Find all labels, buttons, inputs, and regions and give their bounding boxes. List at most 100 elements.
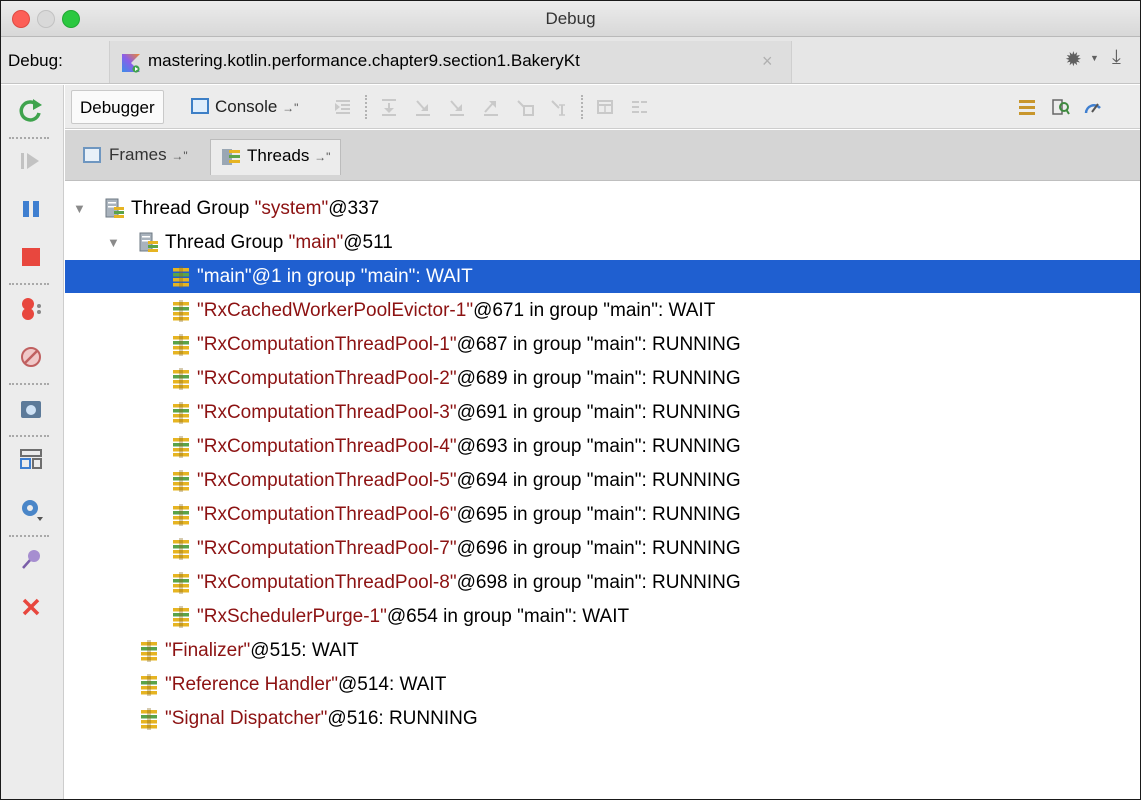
evaluate-expression-icon[interactable]	[595, 97, 615, 117]
tab-threads[interactable]: Threads →"	[210, 139, 342, 175]
menu-lines-icon[interactable]	[1017, 97, 1037, 117]
thread-label: "RxComputationThreadPool-6"@695 in group…	[197, 498, 741, 531]
thread-label: "RxComputationThreadPool-8"@698 in group…	[197, 566, 741, 599]
thread-group-icon	[105, 198, 125, 220]
thread-status: @515: WAIT	[250, 640, 359, 661]
thread-label: "Reference Handler"@514: WAIT	[165, 668, 446, 701]
kotlin-run-icon	[121, 53, 141, 73]
pin-arrow-icon[interactable]: →"	[171, 149, 187, 163]
thread-status: @687 in group "main": RUNNING	[456, 334, 741, 355]
thread-icon	[171, 504, 191, 526]
debugger-toolbar: Debugger Console →"	[65, 85, 1140, 129]
thread-label: "RxComputationThreadPool-1"@687 in group…	[197, 328, 741, 361]
frames-icon	[83, 147, 101, 163]
thread-status: @693 in group "main": RUNNING	[456, 436, 741, 457]
left-toolbar	[1, 85, 64, 799]
toolbar-separator	[9, 283, 49, 285]
thread-icon	[171, 538, 191, 560]
thread-row[interactable]: "RxCachedWorkerPoolEvictor-1"@671 in gro…	[65, 294, 1140, 327]
step-into-icon[interactable]	[413, 97, 433, 117]
thread-row[interactable]: "Signal Dispatcher"@516: RUNNING	[65, 702, 1140, 735]
thread-name: "RxComputationThreadPool-1"	[197, 334, 457, 355]
thread-row[interactable]: "main"@1 in group "main": WAIT	[65, 260, 1140, 293]
threads-tree[interactable]: ▼ Thread Group "system"@337 ▼ Thread Group …	[65, 182, 1140, 799]
drop-frame-icon[interactable]	[515, 97, 535, 117]
thread-label: "Finalizer"@515: WAIT	[165, 634, 359, 667]
thread-row[interactable]: "RxComputationThreadPool-8"@698 in group…	[65, 566, 1140, 599]
hide-panel-icon[interactable]: ⤓	[1112, 46, 1121, 69]
thread-icon	[171, 334, 191, 356]
thread-status: @689 in group "main": RUNNING	[456, 368, 741, 389]
expand-arrow-icon[interactable]: ▼	[107, 226, 120, 259]
thread-group-row[interactable]: ▼ Thread Group "system"@337	[65, 192, 1140, 225]
step-out-icon[interactable]	[481, 97, 501, 117]
thread-name: "RxComputationThreadPool-6"	[197, 504, 457, 525]
tab-threads-label: Threads	[247, 146, 310, 165]
thread-status: @516: RUNNING	[327, 708, 478, 729]
pin-arrow-icon[interactable]: →"	[282, 101, 298, 115]
toolbar-separator	[365, 95, 367, 119]
stop-icon[interactable]	[17, 243, 45, 271]
thread-name: "main"	[288, 232, 344, 253]
thread-label: "RxComputationThreadPool-7"@696 in group…	[197, 532, 741, 565]
show-execution-point-icon[interactable]	[333, 97, 353, 117]
pin-tab-icon[interactable]	[17, 545, 45, 573]
thread-row[interactable]: "RxComputationThreadPool-2"@689 in group…	[65, 362, 1140, 395]
thread-icon	[171, 470, 191, 492]
tab-debugger[interactable]: Debugger	[71, 90, 164, 124]
run-config-tab[interactable]: mastering.kotlin.performance.chapter9.se…	[109, 41, 792, 83]
overhead-gauge-icon[interactable]	[1083, 97, 1103, 117]
thread-icon	[171, 436, 191, 458]
thread-status: @698 in group "main": RUNNING	[456, 572, 741, 593]
thread-row[interactable]: "Finalizer"@515: WAIT	[65, 634, 1140, 667]
toolbar-separator	[581, 95, 583, 119]
rerun-icon[interactable]	[17, 97, 45, 125]
gear-icon[interactable]: ✹	[1065, 47, 1082, 72]
settings-icon[interactable]	[17, 495, 45, 523]
thread-row[interactable]: "RxComputationThreadPool-3"@691 in group…	[65, 396, 1140, 429]
thread-row[interactable]: "RxComputationThreadPool-5"@694 in group…	[65, 464, 1140, 497]
thread-group-row[interactable]: ▼ Thread Group "main"@511	[65, 226, 1140, 259]
thread-label: "main"@1 in group "main": WAIT	[197, 260, 473, 293]
chevron-down-icon[interactable]: ▼	[1090, 53, 1099, 63]
resume-icon[interactable]	[17, 147, 45, 175]
tab-frames[interactable]: Frames →"	[73, 139, 198, 173]
thread-label: "Signal Dispatcher"@516: RUNNING	[165, 702, 478, 735]
thread-icon	[139, 674, 159, 696]
expand-arrow-icon[interactable]: ▼	[73, 192, 86, 225]
thread-icon	[139, 708, 159, 730]
view-breakpoints-icon[interactable]	[17, 295, 45, 323]
close-tab-icon[interactable]: ×	[762, 51, 773, 72]
step-over-icon[interactable]	[379, 97, 399, 117]
run-to-cursor-icon[interactable]	[549, 97, 569, 117]
thread-icon	[171, 300, 191, 322]
force-step-into-icon[interactable]	[447, 97, 467, 117]
thread-name: "RxComputationThreadPool-7"	[197, 538, 457, 559]
thread-name: "RxComputationThreadPool-5"	[197, 470, 457, 491]
thread-row[interactable]: "RxComputationThreadPool-4"@693 in group…	[65, 430, 1140, 463]
debug-window: Debug Debug: mastering.kotlin.performanc…	[0, 0, 1141, 800]
thread-row[interactable]: "RxComputationThreadPool-7"@696 in group…	[65, 532, 1140, 565]
get-thread-dump-icon[interactable]	[17, 395, 45, 423]
thread-icon	[171, 266, 191, 288]
thread-row[interactable]: "RxSchedulerPurge-1"@654 in group "main"…	[65, 600, 1140, 633]
pin-arrow-icon[interactable]: →"	[314, 150, 330, 164]
trace-icon[interactable]	[629, 97, 649, 117]
pause-icon[interactable]	[17, 195, 45, 223]
thread-name: "RxComputationThreadPool-4"	[197, 436, 457, 457]
thread-label: "RxComputationThreadPool-3"@691 in group…	[197, 396, 741, 429]
debug-tab-row: Debug: mastering.kotlin.performance.chap…	[1, 37, 1140, 84]
close-icon[interactable]	[17, 593, 45, 621]
thread-status: @691 in group "main": RUNNING	[456, 402, 741, 423]
thread-row[interactable]: "RxComputationThreadPool-6"@695 in group…	[65, 498, 1140, 531]
thread-name: "Signal Dispatcher"	[165, 708, 328, 729]
toolbar-separator	[9, 535, 49, 537]
memory-view-icon[interactable]	[1051, 97, 1071, 117]
thread-status: @514: WAIT	[337, 674, 447, 695]
toolbar-separator	[9, 383, 49, 385]
thread-icon	[171, 572, 191, 594]
thread-row[interactable]: "RxComputationThreadPool-1"@687 in group…	[65, 328, 1140, 361]
thread-row[interactable]: "Reference Handler"@514: WAIT	[65, 668, 1140, 701]
restore-layout-icon[interactable]	[17, 445, 45, 473]
mute-breakpoints-icon[interactable]	[17, 343, 45, 371]
